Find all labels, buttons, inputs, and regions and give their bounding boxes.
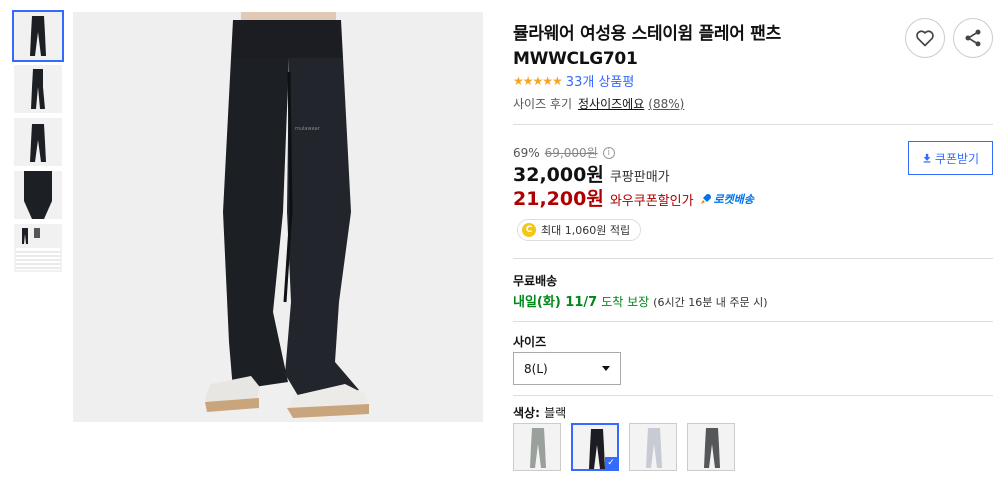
coin-icon: C	[522, 223, 536, 237]
rocket-delivery-badge: 로켓배송	[700, 191, 754, 207]
heart-icon	[916, 30, 934, 47]
info-icon[interactable]: i	[602, 146, 615, 159]
rocket-delivery-label: 로켓배송	[713, 193, 755, 206]
size-select[interactable]: 8(L)	[513, 352, 621, 385]
share-button[interactable]	[953, 18, 993, 58]
sale-price-line: 32,000원 쿠팡판매가	[513, 160, 670, 187]
coupon-price-label: 와우쿠폰할인가	[609, 194, 694, 209]
size-review-link[interactable]: 정사이즈에요	[578, 97, 644, 111]
size-option-label: 사이즈	[513, 335, 547, 349]
coupon-price: 21,200원	[513, 188, 604, 210]
color-label: 색상:	[513, 406, 540, 420]
pants-gray-icon	[530, 428, 546, 468]
delivery-date: 내일(화) 11/7	[513, 295, 598, 310]
svg-text:mulawear: mulawear	[295, 126, 321, 132]
star-rating-icon: ★★★★★	[513, 73, 563, 88]
sale-price-label: 쿠팡판매가	[609, 170, 670, 185]
pants-model-image: mulawear	[73, 12, 483, 422]
size-chart-icon	[16, 228, 60, 270]
pants-side-icon	[31, 69, 45, 109]
pants-front-icon	[30, 16, 46, 56]
size-review-label: 사이즈 후기	[513, 97, 573, 111]
sale-price: 32,000원	[513, 164, 604, 186]
divider	[513, 321, 993, 322]
check-icon: ✓	[605, 457, 617, 469]
reward-text: 최대 1,060원 적립	[541, 224, 631, 237]
color-value: 블랙	[544, 406, 567, 420]
pants-back-icon	[30, 124, 46, 162]
wishlist-button[interactable]	[905, 18, 945, 58]
download-icon	[923, 153, 931, 163]
get-coupon-label: 쿠폰받기	[934, 151, 980, 166]
color-swatches: ✓	[513, 423, 735, 471]
caret-down-icon	[602, 366, 610, 371]
rating-row: ★★★★★ 33개 상품평	[513, 71, 635, 91]
product-title: 뮬라웨어 여성용 스테이윔 플레어 팬츠 MWWCLG701	[513, 24, 781, 69]
share-icon	[965, 29, 981, 47]
divider	[513, 124, 993, 125]
thumb-side[interactable]	[14, 65, 62, 113]
rocket-icon	[700, 194, 711, 204]
thumb-closeup[interactable]	[14, 171, 62, 219]
main-product-image[interactable]: mulawear	[73, 12, 483, 422]
review-count-link[interactable]: 33개 상품평	[566, 71, 635, 90]
swatch-black[interactable]: ✓	[571, 423, 619, 471]
delivery-guarantee: 도착 보장	[601, 295, 650, 309]
delivery-note: (6시간 16분 내 주문 시)	[653, 296, 768, 309]
swatch-light-gray[interactable]	[629, 423, 677, 471]
thumb-size-chart[interactable]	[14, 224, 62, 272]
thumb-front[interactable]	[12, 10, 64, 62]
pants-closeup-icon	[24, 171, 52, 219]
discount-line: 69% 69,000원 i	[513, 144, 615, 161]
discount-rate: 69%	[513, 145, 540, 160]
pants-charcoal-icon	[704, 428, 720, 468]
coupon-price-line: 21,200원 와우쿠폰할인가 로켓배송	[513, 184, 754, 211]
original-price: 69,000원	[544, 146, 598, 160]
size-select-value: 8(L)	[524, 361, 548, 376]
reward-badge: C 최대 1,060원 적립	[517, 219, 642, 241]
thumbnail-list	[12, 10, 64, 277]
shipping-title: 무료배송	[513, 274, 558, 288]
get-coupon-button[interactable]: 쿠폰받기	[908, 141, 993, 175]
size-review: 사이즈 후기 정사이즈에요 (88%)	[513, 95, 684, 112]
thumb-back[interactable]	[14, 118, 62, 166]
divider	[513, 395, 993, 396]
swatch-charcoal[interactable]	[687, 423, 735, 471]
shipping-date-line: 내일(화) 11/7 도착 보장 (6시간 16분 내 주문 시)	[513, 291, 768, 310]
color-option-label: 색상: 블랙	[513, 404, 566, 421]
pants-light-gray-icon	[646, 428, 662, 468]
swatch-gray[interactable]	[513, 423, 561, 471]
size-review-pct: (88%)	[648, 97, 685, 111]
divider	[513, 258, 993, 259]
